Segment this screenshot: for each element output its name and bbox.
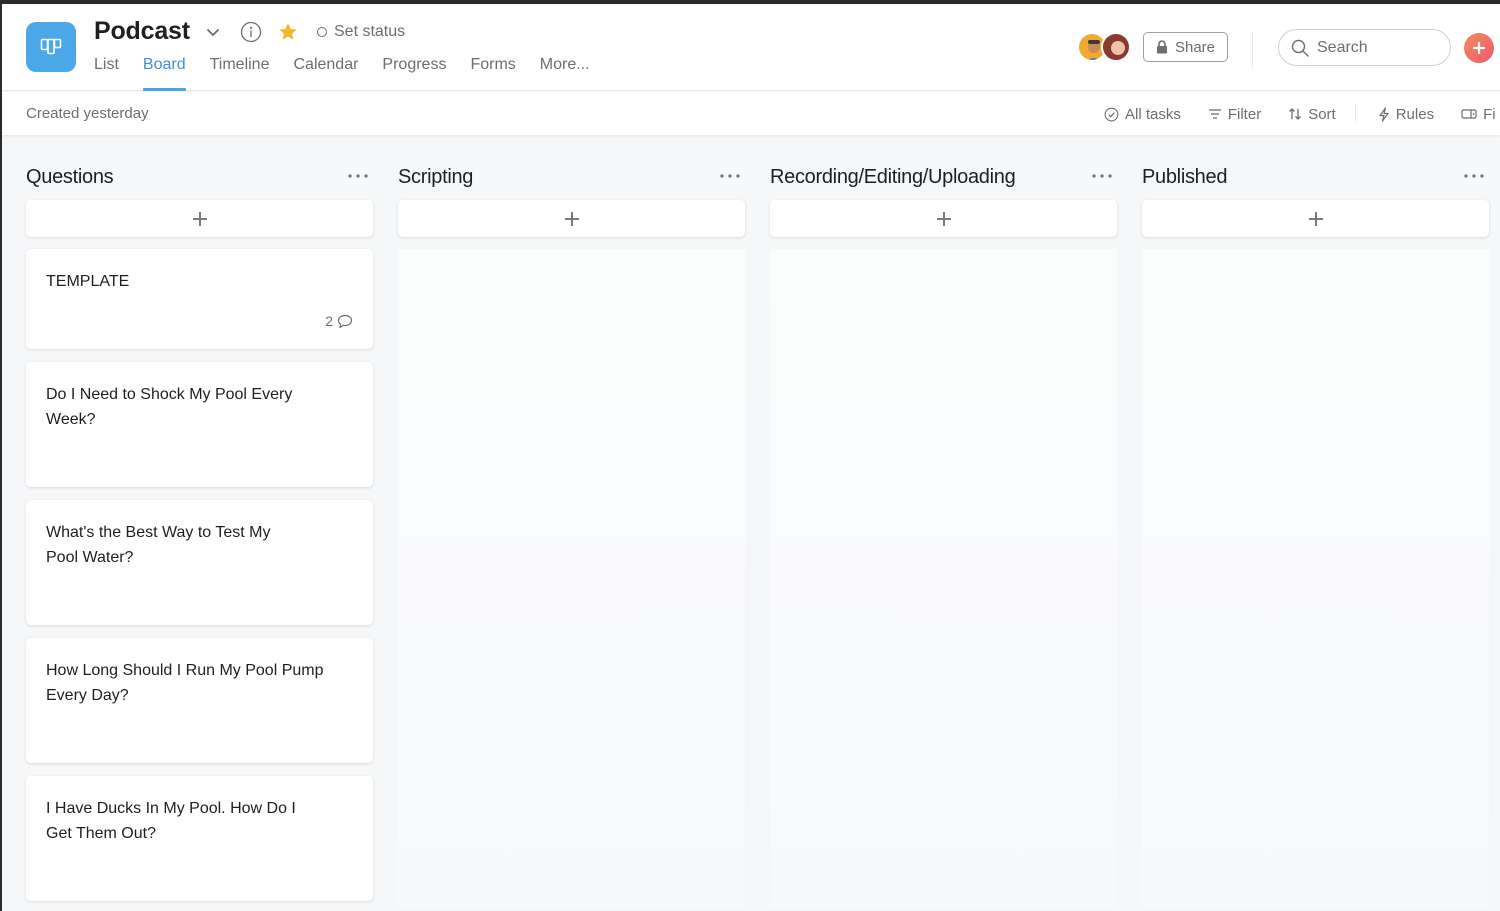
all-tasks-button[interactable]: All tasks [1104,106,1181,123]
more-horizontal-icon [1092,174,1112,178]
search-input[interactable] [1317,38,1437,57]
search-icon [1291,39,1309,57]
add-task-button[interactable] [398,200,745,237]
column-header: Published [1142,154,1489,200]
tab-list[interactable]: List [94,56,119,91]
tab-calendar[interactable]: Calendar [293,56,358,91]
add-task-button[interactable] [26,200,373,237]
created-info: Created yesterday [26,105,149,122]
column-title[interactable]: Questions [26,166,114,189]
column-title[interactable]: Published [1142,166,1227,189]
column-more-button[interactable] [719,166,741,186]
status-circle-icon [317,27,327,37]
task-card[interactable]: Do I Need to Shock My Pool Every Week? [26,362,373,487]
plus-icon [936,211,951,226]
empty-column-dropzone[interactable] [770,249,1117,909]
search-box[interactable] [1278,29,1451,66]
comment-icon [337,314,353,328]
project-toolbar: Created yesterday All tasks Filter Sort … [2,92,1500,135]
tab-timeline[interactable]: Timeline [210,56,270,91]
quick-add-button[interactable] [1464,33,1494,63]
fields-label: Fi [1483,105,1496,123]
check-circle-icon [1104,107,1119,121]
filter-button[interactable]: Filter [1208,106,1261,123]
comment-count[interactable]: 2 [325,313,353,329]
comment-count-value: 2 [325,313,333,329]
column-cards [398,249,745,909]
view-options: All tasks Filter Sort Rules Fi [1104,105,1500,123]
plus-icon [1472,41,1486,55]
set-status-button[interactable]: Set status [317,23,405,41]
task-title: Do I Need to Shock My Pool Every Week? [46,386,293,428]
all-tasks-label: All tasks [1125,105,1181,123]
rules-button[interactable]: Rules [1378,106,1434,123]
project-icon[interactable] [26,22,76,72]
board-column-questions: Questions TEMPLATE 2 Do I Need to Shock … [26,154,373,911]
lock-icon [1156,40,1167,54]
more-horizontal-icon [720,174,740,178]
empty-column-dropzone[interactable] [1142,249,1489,909]
task-title: TEMPLATE [46,273,130,290]
filter-icon [1208,109,1221,119]
share-label: Share [1174,38,1216,56]
plus-icon [192,211,207,226]
board-icon [40,38,62,55]
task-card[interactable]: What's the Best Way to Test My Pool Wate… [26,500,373,625]
project-header: Podcast Set status List Board Timeline C… [2,4,1500,91]
view-tabs: List Board Timeline Calendar Progress Fo… [94,56,614,91]
sort-button[interactable]: Sort [1288,106,1336,123]
fields-button[interactable]: Fi [1461,106,1496,123]
more-horizontal-icon [1464,174,1484,178]
star-icon[interactable] [277,21,299,43]
column-cards [1142,249,1489,909]
empty-column-dropzone[interactable] [398,249,745,909]
column-header: Scripting [398,154,745,200]
board-column-recording: Recording/Editing/Uploading [770,154,1117,909]
set-status-label: Set status [334,23,406,40]
column-cards: TEMPLATE 2 Do I Need to Shock My Pool Ev… [26,249,373,901]
task-card[interactable]: I Have Ducks In My Pool. How Do I Get Th… [26,776,373,901]
fields-icon [1461,109,1477,119]
column-header: Questions [26,154,373,200]
add-task-button[interactable] [1142,200,1489,237]
info-icon[interactable] [240,21,262,43]
column-cards [770,249,1117,909]
divider [1252,33,1253,69]
app-window: Podcast Set status List Board Timeline C… [2,4,1500,911]
filter-label: Filter [1227,105,1262,123]
task-card[interactable]: How Long Should I Run My Pool Pump Every… [26,638,373,763]
tab-more[interactable]: More... [540,56,590,91]
chevron-down-icon[interactable] [205,24,221,40]
tab-forms[interactable]: Forms [470,56,515,91]
column-more-button[interactable] [347,166,369,186]
column-more-button[interactable] [1463,166,1485,186]
column-title[interactable]: Recording/Editing/Uploading [770,166,1016,189]
column-title[interactable]: Scripting [398,166,473,189]
lightning-icon [1379,106,1389,122]
more-horizontal-icon [348,174,368,178]
member-avatar[interactable] [1101,32,1131,62]
sort-label: Sort [1308,105,1336,123]
task-card[interactable]: TEMPLATE 2 [26,249,373,349]
task-title: How Long Should I Run My Pool Pump Every… [46,662,324,704]
board-column-scripting: Scripting [398,154,745,909]
project-title[interactable]: Podcast [94,17,190,46]
task-title: I Have Ducks In My Pool. How Do I Get Th… [46,800,296,842]
column-header: Recording/Editing/Uploading [770,154,1117,200]
task-title: What's the Best Way to Test My Pool Wate… [46,524,271,566]
tab-board[interactable]: Board [142,56,186,91]
add-task-button[interactable] [770,200,1117,237]
plus-icon [564,211,579,226]
tab-progress[interactable]: Progress [382,56,446,91]
sort-icon [1289,108,1302,120]
column-more-button[interactable] [1091,166,1113,186]
plus-icon [1308,211,1323,226]
board-column-published: Published [1142,154,1489,909]
share-button[interactable]: Share [1143,32,1228,62]
rules-label: Rules [1395,105,1435,123]
divider [1354,105,1356,123]
project-members[interactable] [1077,32,1131,62]
